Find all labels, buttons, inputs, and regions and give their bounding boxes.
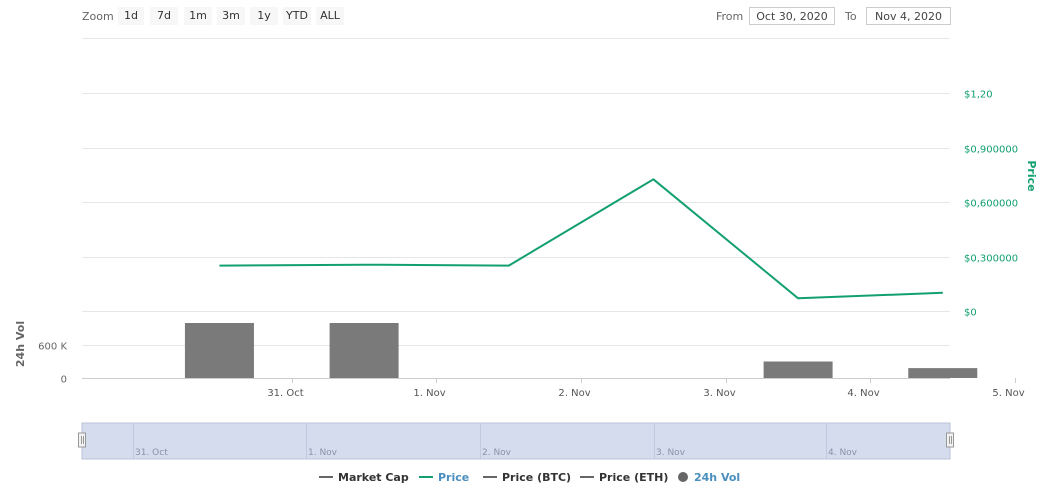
x-tick-label: 5. Nov: [992, 388, 1024, 399]
x-tick-label: 2. Nov: [558, 388, 590, 399]
legend-label: Price (ETH): [599, 471, 669, 484]
navigator-tick-label: 31. Oct: [135, 448, 168, 458]
price-tick-label: $0,300000: [964, 254, 1018, 265]
legend-swatch: [483, 476, 497, 478]
chart-legend: Market Cap Price Price (BTC) Price (ETH) 24h…: [0, 471, 1058, 491]
axes: $0 $0,300000 $0,600000 $0,900000 $1,20 Price 0…: [14, 90, 1038, 400]
price-tick-label: $0: [964, 308, 977, 319]
navigator-tick-label: 4. Nov: [828, 448, 858, 458]
legend-item-price-eth[interactable]: Price (ETH): [580, 471, 668, 489]
x-tick-label: 3. Nov: [703, 388, 735, 399]
x-tick-label: 1. Nov: [413, 388, 445, 399]
volume-bar: [763, 361, 833, 378]
legend-label: Price (BTC): [502, 471, 572, 484]
price-line: [219, 178, 943, 300]
volume-axis-title: 24h Vol: [14, 321, 27, 367]
price-volume-chart: $0 $0,300000 $0,600000 $0,900000 $1,20 Price 0…: [14, 38, 1038, 460]
legend-item-24h-vol[interactable]: 24h Vol: [678, 471, 740, 489]
legend-label: Market Cap: [338, 471, 409, 484]
volume-bars: [184, 323, 978, 378]
x-tick-label: 4. Nov: [847, 388, 879, 399]
price-tick-label: $0,900000: [964, 145, 1018, 156]
legend-label: 24h Vol: [694, 471, 741, 484]
navigator-tick-label: 2. Nov: [482, 448, 512, 458]
legend-item-price-btc[interactable]: Price (BTC): [483, 471, 571, 489]
price-tick-label: $1,20: [964, 90, 993, 101]
legend-label: Price: [438, 471, 470, 484]
legend-item-market-cap[interactable]: Market Cap: [319, 471, 409, 489]
price-series: [219, 178, 943, 300]
legend-swatch: [678, 472, 688, 482]
navigator-window: [81, 422, 951, 460]
legend-swatch: [580, 476, 594, 478]
navigator-tick-label: 3. Nov: [656, 448, 686, 458]
price-tick-label: $0,600000: [964, 199, 1018, 210]
price-axis-title: Price: [1025, 160, 1038, 191]
navigator-tick-label: 1. Nov: [308, 448, 338, 458]
volume-bar: [908, 368, 978, 378]
legend-swatch: [419, 476, 433, 478]
volume-tick-label: 600 K: [38, 342, 67, 353]
navigator[interactable]: 31. Oct 1. Nov 2. Nov 3. Nov 4. Nov: [78, 422, 954, 460]
volume-bar: [184, 323, 254, 378]
legend-swatch: [319, 476, 333, 478]
navigator-left-handle: [78, 432, 86, 448]
navigator-right-handle: [946, 432, 954, 448]
volume-bar: [329, 323, 399, 378]
x-tick-label: 31. Oct: [267, 388, 303, 399]
legend-item-price[interactable]: Price: [419, 471, 469, 489]
volume-tick-label: 0: [61, 375, 67, 386]
